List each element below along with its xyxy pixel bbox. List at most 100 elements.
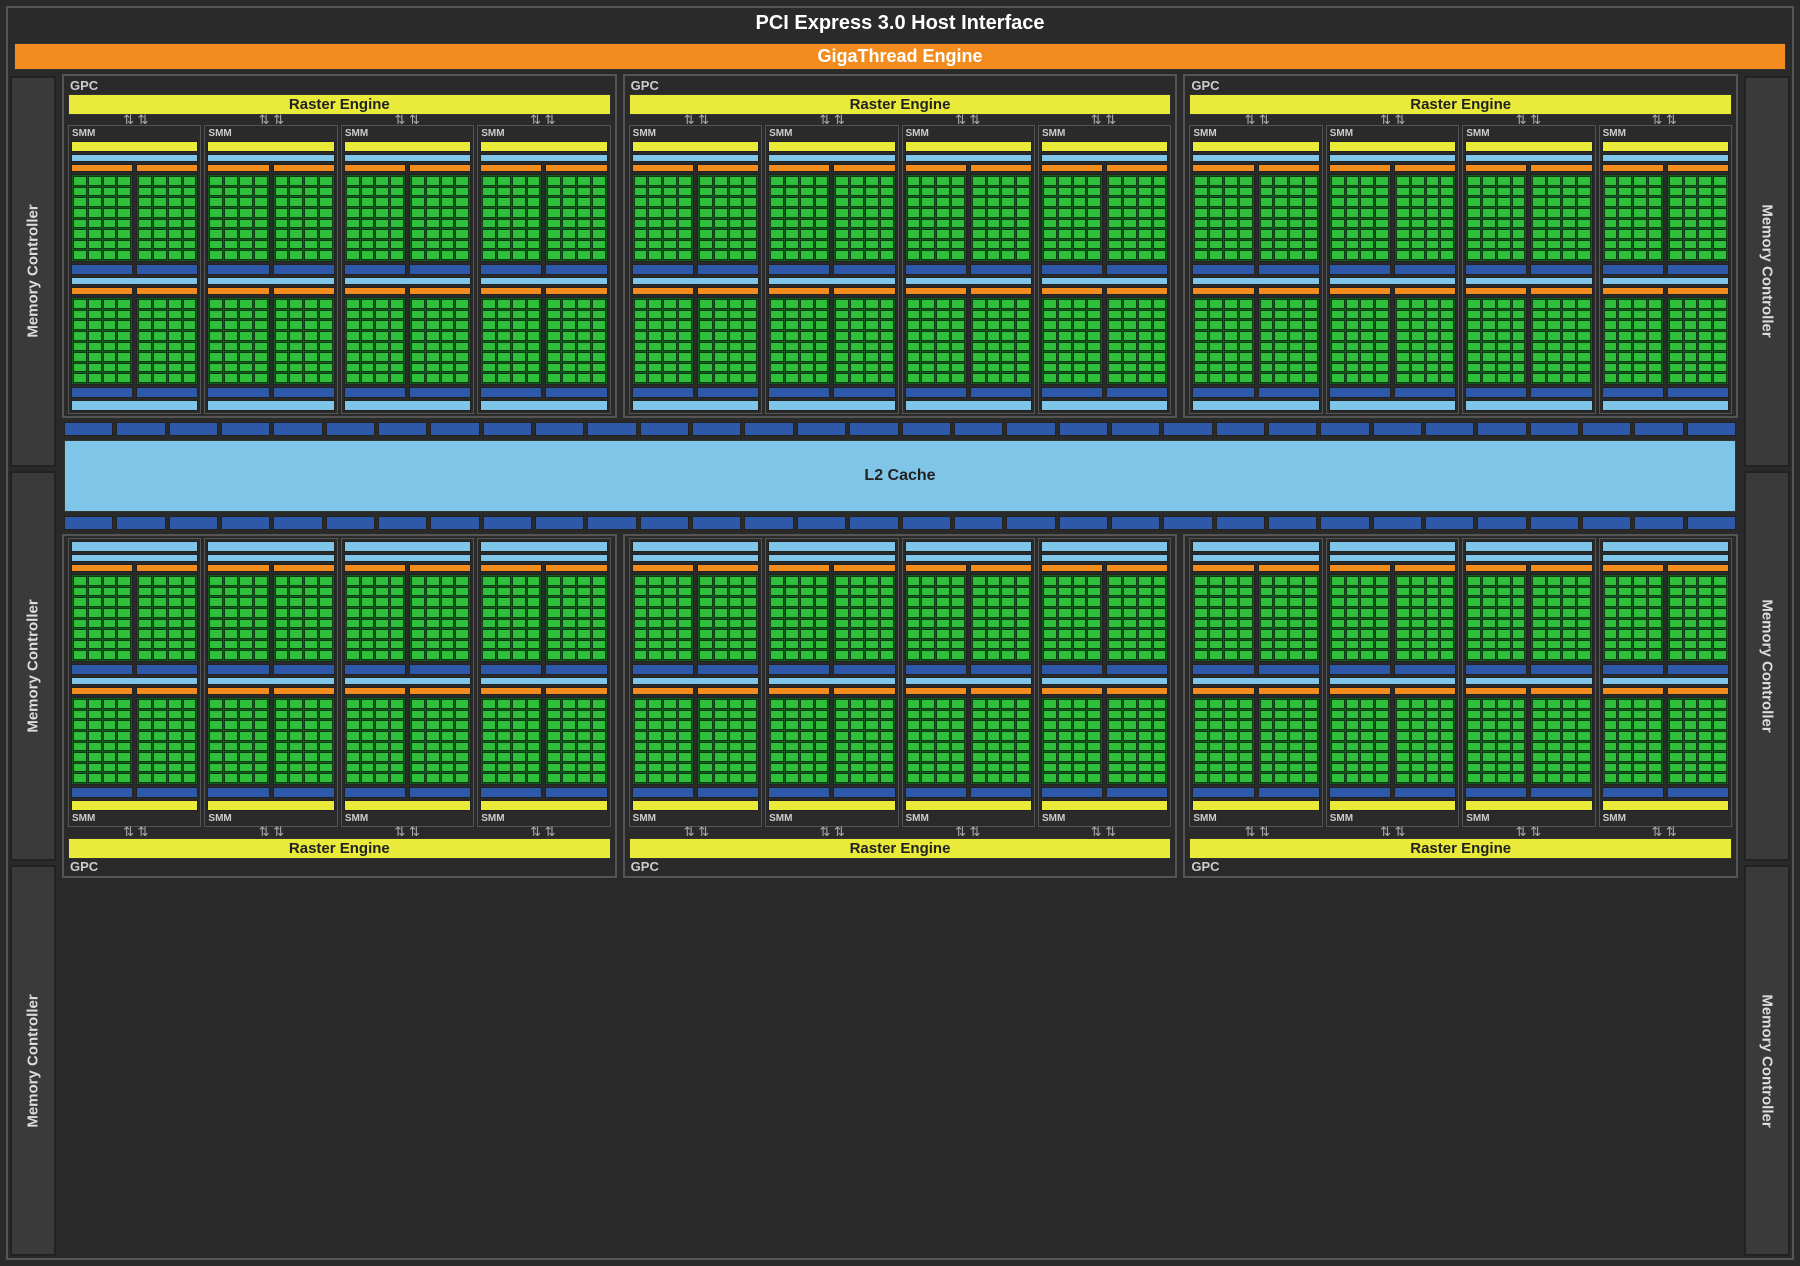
cuda-core xyxy=(562,720,576,730)
cuda-core xyxy=(497,342,511,352)
cuda-core-grid xyxy=(1394,297,1456,385)
cuda-core xyxy=(785,699,799,709)
cuda-core xyxy=(815,197,829,207)
cuda-core xyxy=(1577,576,1591,586)
cuda-core xyxy=(1224,742,1238,752)
cuda-core xyxy=(577,219,591,229)
cuda-core xyxy=(1618,373,1632,383)
cuda-core xyxy=(441,219,455,229)
orange-bar xyxy=(970,564,1032,572)
cuda-core xyxy=(1512,720,1526,730)
cuda-core xyxy=(1562,576,1576,586)
smm-subcolumn xyxy=(409,687,471,785)
cuda-core xyxy=(592,597,606,607)
smm-half-columns xyxy=(71,564,198,662)
cuda-core xyxy=(1194,650,1208,660)
cuda-core-grid xyxy=(833,574,895,662)
l2-segment xyxy=(1111,516,1160,530)
cuda-core xyxy=(1360,240,1374,250)
cuda-core xyxy=(729,299,743,309)
bidirectional-arrow-icon: ⇅ ⇅ xyxy=(1651,116,1676,124)
cuda-core xyxy=(1087,240,1101,250)
cuda-core xyxy=(1633,208,1647,218)
cuda-core xyxy=(880,342,894,352)
cuda-core xyxy=(729,731,743,741)
cuda-core xyxy=(275,363,289,373)
cuda-core xyxy=(1001,299,1015,309)
darkblue-segment xyxy=(1530,387,1592,398)
cuda-core xyxy=(138,597,152,607)
cuda-core xyxy=(1698,608,1712,618)
cuda-core xyxy=(361,710,375,720)
cuda-core xyxy=(936,587,950,597)
cuda-core xyxy=(375,219,389,229)
cuda-core xyxy=(1375,629,1389,639)
yellow-bar xyxy=(480,141,607,152)
cuda-core xyxy=(1512,310,1526,320)
cuda-core xyxy=(936,619,950,629)
orange-bar xyxy=(768,564,830,572)
cuda-core xyxy=(1512,331,1526,341)
smm-subcolumn xyxy=(1192,164,1254,262)
cuda-core xyxy=(1684,640,1698,650)
cuda-core xyxy=(1001,229,1015,239)
cuda-core xyxy=(1713,650,1727,660)
yellow-bar xyxy=(1465,800,1592,811)
darkblue-row xyxy=(632,664,759,675)
cuda-core xyxy=(1375,331,1389,341)
cuda-core xyxy=(183,250,197,260)
cuda-core xyxy=(1547,310,1561,320)
cuda-core xyxy=(1648,587,1662,597)
cuda-core xyxy=(1648,763,1662,773)
smm-subcolumn xyxy=(480,164,542,262)
darkblue-row xyxy=(1602,264,1729,275)
cuda-core xyxy=(1532,352,1546,362)
cuda-core xyxy=(1698,699,1712,709)
cuda-core xyxy=(1360,710,1374,720)
cuda-core xyxy=(678,629,692,639)
darkblue-segment xyxy=(1041,264,1103,275)
cuda-core xyxy=(426,331,440,341)
cuda-core xyxy=(1123,208,1137,218)
cuda-core xyxy=(153,310,167,320)
cuda-core xyxy=(209,187,223,197)
cuda-core xyxy=(1073,699,1087,709)
cuda-core xyxy=(209,342,223,352)
cuda-core xyxy=(1497,731,1511,741)
cuda-core xyxy=(907,229,921,239)
cuda-core xyxy=(88,187,102,197)
cuda-core xyxy=(73,763,87,773)
cuda-core xyxy=(1153,187,1167,197)
cuda-core xyxy=(1684,352,1698,362)
cuda-core xyxy=(1426,250,1440,260)
cuda-core xyxy=(921,197,935,207)
darkblue-row xyxy=(632,787,759,798)
cuda-core xyxy=(254,742,268,752)
cuda-core xyxy=(1482,629,1496,639)
cuda-core xyxy=(1123,763,1137,773)
cuda-core xyxy=(304,731,318,741)
cuda-core xyxy=(304,710,318,720)
cuda-core xyxy=(304,250,318,260)
cuda-core xyxy=(785,250,799,260)
cuda-core xyxy=(361,650,375,660)
cuda-core xyxy=(153,320,167,330)
lightblue-bar xyxy=(768,541,895,552)
orange-bar xyxy=(1394,287,1456,295)
cuda-core xyxy=(972,197,986,207)
cuda-core xyxy=(865,240,879,250)
cuda-core xyxy=(239,363,253,373)
cuda-core xyxy=(1562,650,1576,660)
cuda-core xyxy=(375,342,389,352)
cuda-core xyxy=(1058,629,1072,639)
cuda-core xyxy=(375,576,389,586)
cuda-core xyxy=(951,720,965,730)
smm-half-columns xyxy=(768,164,895,262)
cuda-core xyxy=(592,587,606,597)
cuda-core xyxy=(88,373,102,383)
cuda-core xyxy=(1087,731,1101,741)
cuda-core xyxy=(1209,629,1223,639)
cuda-core xyxy=(951,342,965,352)
cuda-core xyxy=(1426,699,1440,709)
cuda-core xyxy=(1304,197,1318,207)
